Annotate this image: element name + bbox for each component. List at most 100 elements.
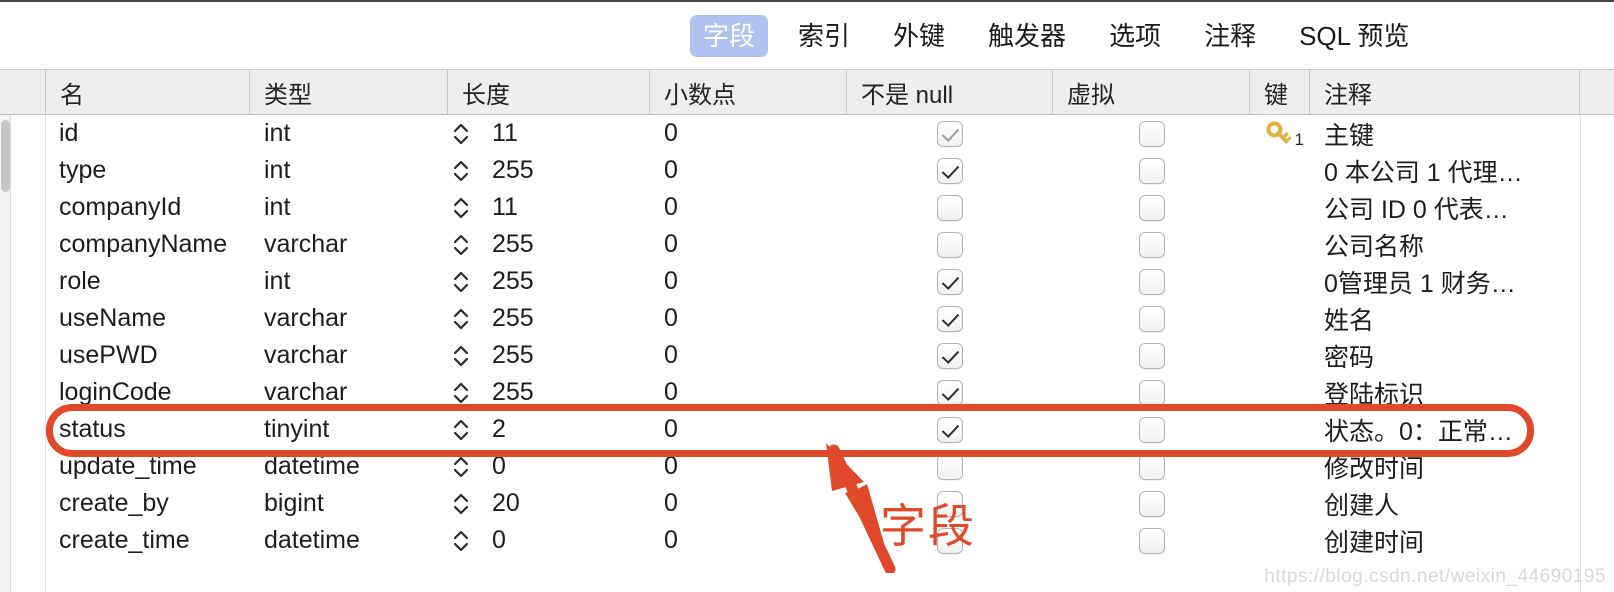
field-key-cell[interactable] [1250, 337, 1310, 374]
length-stepper-icon[interactable] [448, 306, 474, 332]
field-length-cell[interactable]: 255 [448, 337, 650, 374]
field-length-cell[interactable]: 20 [448, 485, 650, 522]
field-virtual-cell[interactable] [1053, 115, 1250, 152]
column-header-类型[interactable]: 类型 [250, 70, 448, 114]
field-length-cell[interactable]: 11 [448, 115, 650, 152]
field-name-cell[interactable]: create_time [45, 522, 250, 559]
tab-2[interactable]: 外键 [880, 15, 958, 57]
length-stepper-icon[interactable] [448, 380, 474, 406]
field-type-cell[interactable]: varchar [250, 300, 448, 337]
field-not-null-cell[interactable] [847, 226, 1053, 263]
field-type-cell[interactable]: datetime [250, 448, 448, 485]
field-virtual-cell[interactable] [1053, 485, 1250, 522]
field-comment-cell[interactable]: 姓名 [1310, 300, 1580, 337]
field-not-null-cell[interactable] [847, 115, 1053, 152]
field-virtual-cell[interactable] [1053, 522, 1250, 559]
field-decimals-cell[interactable]: 0 [650, 300, 847, 337]
table-row[interactable]: companyName varchar 255 0 公司名称 [0, 226, 1614, 263]
field-name-cell[interactable]: status [45, 411, 250, 448]
field-decimals-cell[interactable]: 0 [650, 263, 847, 300]
field-decimals-cell[interactable]: 0 [650, 152, 847, 189]
field-name-cell[interactable]: usePWD [45, 337, 250, 374]
table-row[interactable]: id int 11 0 1 主键 [0, 115, 1614, 152]
field-name-cell[interactable]: loginCode [45, 374, 250, 411]
field-not-null-cell[interactable] [847, 189, 1053, 226]
field-not-null-cell[interactable] [847, 300, 1053, 337]
table-row[interactable]: create_by bigint 20 0 创建人 [0, 485, 1614, 522]
field-type-cell[interactable]: varchar [250, 337, 448, 374]
field-key-cell[interactable] [1250, 189, 1310, 226]
not-null-checkbox[interactable] [937, 157, 963, 184]
table-row[interactable]: status tinyint 2 0 状态。0：正常… [0, 411, 1614, 448]
field-length-cell[interactable]: 11 [448, 189, 650, 226]
not-null-checkbox[interactable] [937, 268, 963, 295]
column-header-注释[interactable]: 注释 [1310, 70, 1580, 114]
field-type-cell[interactable]: int [250, 189, 448, 226]
field-length-cell[interactable]: 255 [448, 152, 650, 189]
field-not-null-cell[interactable] [847, 374, 1053, 411]
table-row[interactable]: useName varchar 255 0 姓名 [0, 300, 1614, 337]
field-length-cell[interactable]: 255 [448, 374, 650, 411]
field-virtual-cell[interactable] [1053, 411, 1250, 448]
virtual-checkbox[interactable] [1138, 268, 1165, 295]
field-name-cell[interactable]: useName [45, 300, 250, 337]
length-stepper-icon[interactable] [448, 195, 474, 221]
field-comment-cell[interactable]: 公司 ID 0 代表… [1310, 189, 1580, 226]
field-length-cell[interactable]: 2 [448, 411, 650, 448]
field-decimals-cell[interactable]: 0 [650, 226, 847, 263]
virtual-checkbox[interactable] [1138, 194, 1165, 221]
field-type-cell[interactable]: datetime [250, 522, 448, 559]
field-virtual-cell[interactable] [1053, 448, 1250, 485]
field-key-cell[interactable] [1250, 485, 1310, 522]
virtual-checkbox[interactable] [1138, 379, 1165, 406]
field-not-null-cell[interactable] [847, 337, 1053, 374]
column-header-长度[interactable]: 长度 [448, 70, 650, 114]
column-header-名[interactable]: 名 [45, 70, 250, 114]
field-key-cell[interactable] [1250, 152, 1310, 189]
field-type-cell[interactable]: int [250, 152, 448, 189]
field-name-cell[interactable]: id [45, 115, 250, 152]
column-header-键[interactable]: 键 [1250, 70, 1310, 114]
table-row[interactable]: companyId int 11 0 公司 ID 0 代表… [0, 189, 1614, 226]
virtual-checkbox[interactable] [1138, 416, 1165, 443]
virtual-checkbox[interactable] [1138, 305, 1165, 332]
field-name-cell[interactable]: companyName [45, 226, 250, 263]
field-key-cell[interactable] [1250, 522, 1310, 559]
table-row[interactable]: usePWD varchar 255 0 密码 [0, 337, 1614, 374]
length-stepper-icon[interactable] [448, 454, 474, 480]
not-null-checkbox[interactable] [937, 379, 963, 406]
field-length-cell[interactable]: 255 [448, 226, 650, 263]
table-row[interactable]: loginCode varchar 255 0 登陆标识 [0, 374, 1614, 411]
field-virtual-cell[interactable] [1053, 226, 1250, 263]
field-name-cell[interactable]: role [45, 263, 250, 300]
field-decimals-cell[interactable]: 0 [650, 485, 847, 522]
field-comment-cell[interactable]: 公司名称 [1310, 226, 1580, 263]
field-not-null-cell[interactable] [847, 152, 1053, 189]
field-length-cell[interactable]: 0 [448, 448, 650, 485]
tab-0[interactable]: 字段 [690, 14, 769, 57]
vertical-scrollbar[interactable] [0, 115, 11, 592]
field-type-cell[interactable]: bigint [250, 485, 448, 522]
table-row[interactable]: role int 255 0 0管理员 1 财务… [0, 263, 1614, 300]
field-decimals-cell[interactable]: 0 [650, 411, 847, 448]
field-virtual-cell[interactable] [1053, 374, 1250, 411]
field-length-cell[interactable]: 255 [448, 300, 650, 337]
not-null-checkbox[interactable] [937, 231, 963, 258]
field-decimals-cell[interactable]: 0 [650, 337, 847, 374]
field-virtual-cell[interactable] [1053, 152, 1250, 189]
field-not-null-cell[interactable] [847, 485, 1053, 522]
field-name-cell[interactable]: companyId [45, 189, 250, 226]
column-header-虚拟[interactable]: 虚拟 [1053, 70, 1250, 114]
field-length-cell[interactable]: 0 [448, 522, 650, 559]
field-key-cell[interactable]: 1 [1250, 115, 1310, 152]
not-null-checkbox[interactable] [937, 120, 963, 147]
column-header-小数点[interactable]: 小数点 [650, 70, 847, 114]
field-type-cell[interactable]: tinyint [250, 411, 448, 448]
tab-1[interactable]: 索引 [785, 15, 863, 57]
field-name-cell[interactable]: type [45, 152, 250, 189]
tab-5[interactable]: 注释 [1191, 15, 1269, 57]
field-length-cell[interactable]: 255 [448, 263, 650, 300]
not-null-checkbox[interactable] [937, 453, 963, 480]
length-stepper-icon[interactable] [448, 158, 474, 184]
not-null-checkbox[interactable] [937, 342, 963, 369]
